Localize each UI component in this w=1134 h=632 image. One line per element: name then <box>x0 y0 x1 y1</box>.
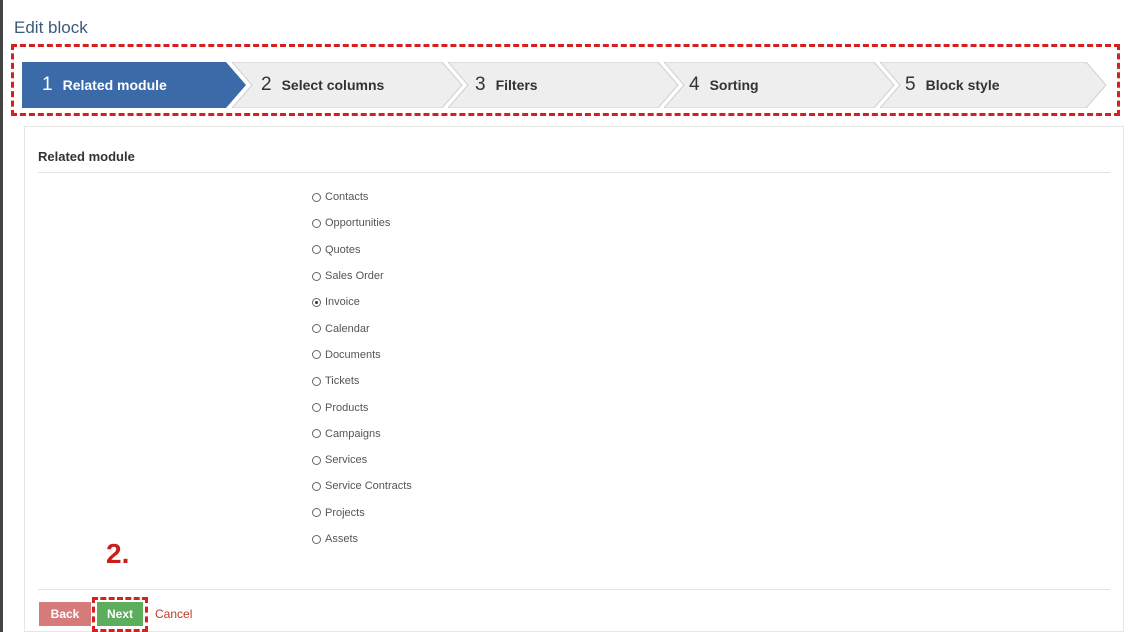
option-label: Projects <box>325 506 365 519</box>
page-title: Edit block <box>14 18 88 37</box>
option-service-contracts[interactable]: Service Contracts <box>312 473 412 499</box>
annotation-label-2: 2. <box>106 538 130 569</box>
radio-button[interactable] <box>312 534 321 544</box>
option-label: Services <box>325 454 368 467</box>
radio-button[interactable] <box>312 271 321 281</box>
option-label: Assets <box>325 533 359 545</box>
radio-button[interactable] <box>312 376 321 386</box>
radio-button[interactable] <box>312 192 321 202</box>
option-label: Products <box>325 401 369 414</box>
option-services[interactable]: Services <box>312 447 412 473</box>
option-projects[interactable]: Projects <box>312 500 412 526</box>
option-label: Sales Order <box>325 270 384 283</box>
option-calendar[interactable]: Calendar <box>312 315 412 341</box>
back-button[interactable]: Back <box>39 602 91 626</box>
option-tickets[interactable]: Tickets <box>312 368 412 394</box>
annotation-box-steps <box>11 44 1120 116</box>
option-label: Service Contracts <box>325 480 412 493</box>
option-label: Campaigns <box>325 427 381 440</box>
radio-button[interactable] <box>312 481 321 491</box>
option-label: Opportunities <box>325 217 391 230</box>
window-left-edge <box>0 0 3 632</box>
section-divider <box>38 172 1110 173</box>
radio-button[interactable] <box>312 245 321 255</box>
option-assets[interactable]: Assets <box>312 526 412 552</box>
module-options: Contacts Opportunities Quotes Sales Orde… <box>312 184 412 552</box>
option-opportunities[interactable]: Opportunities <box>312 210 412 236</box>
option-documents[interactable]: Documents <box>312 342 412 368</box>
radio-button[interactable] <box>312 350 321 360</box>
radio-button[interactable] <box>312 508 321 518</box>
option-label: Documents <box>325 348 381 361</box>
option-invoice[interactable]: Invoice <box>312 289 412 315</box>
content-panel <box>24 126 1124 632</box>
option-label: Quotes <box>325 243 361 256</box>
radio-button-selected[interactable] <box>312 297 321 307</box>
section-title: Related module <box>38 149 135 164</box>
radio-button[interactable] <box>312 218 321 228</box>
radio-button[interactable] <box>312 324 321 334</box>
radio-button[interactable] <box>312 403 321 413</box>
option-label: Contacts <box>325 191 369 204</box>
option-sales-order[interactable]: Sales Order <box>312 263 412 289</box>
option-label: Invoice <box>325 296 360 309</box>
option-products[interactable]: Products <box>312 394 412 420</box>
cancel-link[interactable]: Cancel <box>155 607 192 621</box>
option-label: Tickets <box>325 375 360 388</box>
option-quotes[interactable]: Quotes <box>312 237 412 263</box>
radio-button[interactable] <box>312 455 321 465</box>
option-campaigns[interactable]: Campaigns <box>312 421 412 447</box>
option-label: Calendar <box>325 322 370 335</box>
footer-divider <box>38 589 1110 590</box>
option-contacts[interactable]: Contacts <box>312 184 412 210</box>
annotation-box-next <box>92 597 148 632</box>
radio-button[interactable] <box>312 429 321 439</box>
